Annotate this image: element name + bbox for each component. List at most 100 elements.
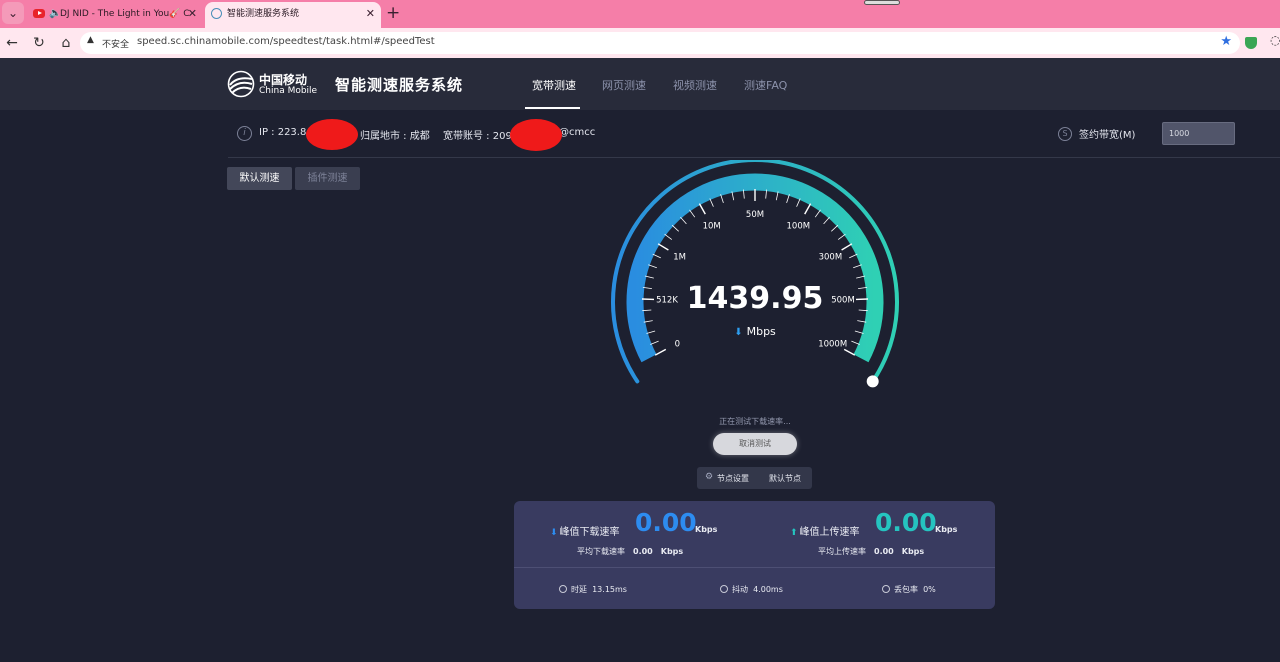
tab-title: DJ NID - The Light in You🎸 C — [60, 9, 190, 19]
packet-loss-stat: 丢包率 0% — [882, 584, 936, 595]
default-test-button[interactable]: 默认测速 — [227, 167, 292, 190]
redaction-mark — [306, 119, 358, 150]
node-settings-icon[interactable]: ⚙ — [705, 472, 713, 482]
avg-upload-label: 平均上传速率 — [818, 547, 866, 556]
node-settings-button[interactable]: 节点设置 — [717, 473, 749, 484]
packet-loss-value: 0% — [923, 585, 936, 594]
gauge-tick — [849, 253, 858, 259]
nav-faq[interactable]: 测速FAQ — [744, 77, 787, 93]
jitter-icon — [720, 585, 728, 593]
gauge-tick — [853, 264, 862, 269]
test-status-text: 正在测试下载速率... — [719, 417, 791, 426]
peak-upload-label-text: 峰值上传速率 — [799, 527, 860, 538]
browser-tab-youtube[interactable]: 🔈 DJ NID - The Light in You🎸 C ✕ — [27, 2, 203, 28]
gauge-tick — [648, 264, 657, 269]
gauge-tick — [841, 243, 853, 251]
avg-download-label: 平均下载速率 — [577, 547, 625, 556]
gauge-tick — [796, 198, 801, 207]
gauge-tick — [831, 224, 839, 232]
speaker-icon[interactable]: 🔈 — [49, 2, 61, 26]
stats-divider — [514, 567, 995, 568]
warning-icon[interactable]: ▲ — [87, 35, 94, 45]
gauge-tick — [804, 203, 812, 215]
browser-tab-strip: ⌄ 🔈 DJ NID - The Light in You🎸 C ✕ 智能测速服… — [0, 0, 1280, 28]
bandwidth-input[interactable] — [1162, 122, 1235, 145]
china-mobile-logo-icon — [227, 70, 255, 98]
latency-label: 时延 — [571, 585, 587, 594]
avg-download: 平均下载速率 0.00 Kbps — [577, 546, 683, 557]
nav-broadband-test[interactable]: 宽带测速 — [532, 77, 576, 93]
plugin-test-button[interactable]: 插件测速 — [295, 167, 360, 190]
gauge-tick-label: 1M — [673, 253, 686, 263]
gauge-tick-label: 0 — [675, 339, 680, 349]
avg-upload: 平均上传速率 0.00 Kbps — [818, 546, 924, 557]
default-node-button[interactable]: 默认节点 — [769, 473, 801, 484]
gauge-tick-label: 300M — [819, 253, 843, 263]
packet-loss-label: 丢包率 — [894, 585, 918, 594]
bandwidth-label: 签约带宽(M) — [1079, 130, 1136, 141]
youtube-icon — [33, 9, 45, 18]
gauge-tick — [664, 233, 673, 240]
gauge-tick — [689, 209, 696, 218]
avg-upload-unit: Kbps — [901, 547, 925, 556]
site-title: 智能测速服务系统 — [335, 76, 464, 94]
ip-label: IP : 223.8 — [259, 127, 307, 138]
avg-download-value: 0.00 — [633, 547, 653, 556]
gauge-tick — [680, 216, 687, 225]
nav-video-test[interactable]: 视频测速 — [673, 77, 717, 93]
jitter-value: 4.00ms — [753, 585, 783, 594]
gauge-tick — [644, 275, 654, 279]
gauge-tick — [814, 209, 821, 218]
site-favicon-icon — [211, 8, 222, 19]
extension-more-icon[interactable]: ◌ — [1270, 33, 1280, 47]
gauge-tick — [851, 340, 860, 345]
gauge-tick — [650, 340, 659, 345]
gauge-tick — [646, 330, 656, 334]
close-icon[interactable]: ✕ — [366, 2, 375, 26]
gauge-tick — [843, 348, 856, 356]
upload-arrow-icon: ⬆ — [790, 528, 798, 538]
bookmark-star-icon[interactable]: ★ — [1220, 34, 1232, 49]
gauge-tick — [823, 216, 830, 225]
bandwidth-icon: S — [1058, 127, 1072, 141]
reload-icon[interactable]: ↻ — [27, 28, 51, 58]
gauge-tick-label: 1000M — [818, 339, 847, 349]
gauge-tick — [856, 275, 866, 279]
nav-web-test[interactable]: 网页测速 — [602, 77, 646, 93]
close-icon[interactable]: ✕ — [188, 2, 197, 26]
peak-upload-label: ⬆ 峰值上传速率 — [790, 523, 860, 538]
account-label: 宽带账号 : 209 — [443, 131, 512, 142]
address-bar[interactable]: ▲ 不安全 speed.sc.chinamobile.com/speedtest… — [80, 32, 1240, 54]
peak-upload-unit: Kbps — [935, 525, 958, 534]
gauge-tick — [698, 203, 706, 215]
browser-toolbar: ← ↻ ⌂ ▲ 不安全 speed.sc.chinamobile.com/spe… — [0, 28, 1280, 58]
latency-value: 13.15ms — [592, 585, 627, 594]
home-icon[interactable]: ⌂ — [54, 28, 78, 58]
cancel-test-button[interactable]: 取消测试 — [713, 433, 797, 455]
browser-tab-speedtest[interactable]: 智能测速服务系统 ✕ — [205, 2, 381, 28]
tab-search-chevron-icon[interactable]: ⌄ — [2, 2, 24, 24]
gauge-tick — [720, 194, 724, 204]
security-label[interactable]: 不安全 — [102, 37, 129, 50]
info-icon[interactable]: i — [237, 126, 252, 141]
current-speed-unit: ⬇ Mbps — [690, 325, 820, 338]
stats-card: ⬇ 峰值下载速率 0.00 Kbps 平均下载速率 0.00 Kbps ⬆ 峰值上传速率… — [514, 501, 995, 609]
url-text[interactable]: speed.sc.chinamobile.com/speedtest/task.… — [137, 36, 435, 47]
logo-english: China Mobile — [259, 86, 318, 96]
back-arrow-icon[interactable]: ← — [0, 28, 24, 58]
city-label: 归属地市 : 成都 — [360, 131, 430, 142]
window-drag-pill — [864, 0, 900, 5]
gauge-tick — [854, 330, 864, 334]
gauge-tick-label: 50M — [746, 210, 764, 220]
tab-title: 智能测速服务系统 — [227, 9, 300, 19]
new-tab-plus-icon[interactable]: + — [386, 3, 400, 23]
extension-shield-icon[interactable] — [1245, 37, 1257, 49]
packet-loss-icon — [882, 585, 890, 593]
gauge-tick-label: 100M — [787, 221, 811, 231]
clock-icon — [559, 585, 567, 593]
download-arrow-icon: ⬇ — [550, 528, 558, 538]
gauge-tick — [654, 348, 667, 356]
peak-upload-value: 0.00 — [875, 508, 937, 537]
avg-download-unit: Kbps — [660, 547, 684, 556]
download-arrow-icon: ⬇ — [734, 327, 743, 338]
